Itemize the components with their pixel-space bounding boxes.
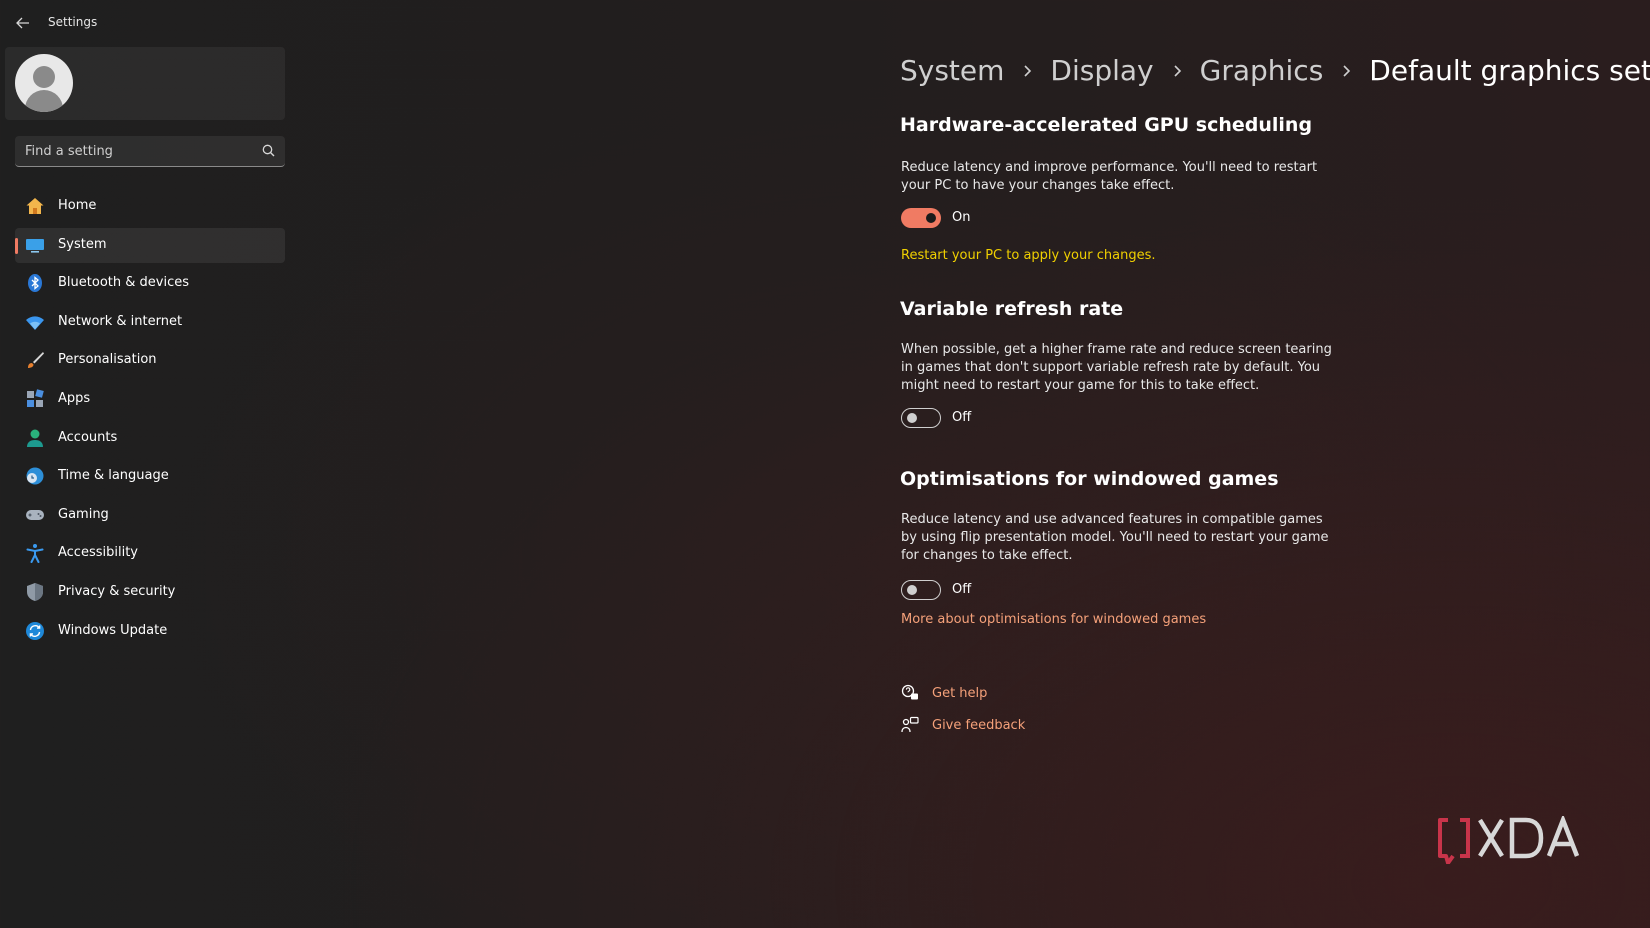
sidebar-item-personalisation[interactable]: Personalisation xyxy=(15,343,285,378)
vrr-state: Off xyxy=(952,410,972,425)
breadcrumb-display[interactable]: Display xyxy=(1050,54,1153,87)
sidebar-item-label: Home xyxy=(58,198,97,213)
sidebar-item-label: Windows Update xyxy=(58,622,168,638)
avatar[interactable] xyxy=(15,54,73,112)
sidebar-item-label: Time & language xyxy=(58,468,169,484)
search-input[interactable] xyxy=(15,136,245,166)
windowed-games-state: Off xyxy=(952,582,972,597)
gamepad-icon xyxy=(26,509,44,520)
shield-icon xyxy=(27,582,43,601)
sidebar-item-apps[interactable]: Apps xyxy=(15,382,285,417)
sidebar-nav: Home System Bluetooth & devices Network … xyxy=(15,189,285,652)
apps-icon xyxy=(27,389,44,407)
accessibility-icon xyxy=(26,544,44,564)
chevron-right-icon xyxy=(1154,64,1200,78)
back-arrow-icon xyxy=(16,17,29,29)
get-help-icon xyxy=(901,684,918,700)
app-title: Settings xyxy=(48,15,98,29)
xda-logo xyxy=(1438,816,1580,864)
sidebar-item-bluetooth[interactable]: Bluetooth & devices xyxy=(15,266,285,301)
restart-warning: Restart your PC to apply your changes. xyxy=(901,248,1156,263)
breadcrumb: System Display Graphics Default graphics… xyxy=(900,54,1650,87)
gpu-scheduling-description: Reduce latency and improve performance. … xyxy=(901,160,1318,193)
gpu-scheduling-title: Hardware-accelerated GPU scheduling xyxy=(900,114,1313,136)
vrr-title: Variable refresh rate xyxy=(900,298,1124,320)
windowed-games-description: Reduce latency and use advanced features… xyxy=(901,512,1329,563)
page-title: Default graphics settings xyxy=(1369,54,1650,87)
windowed-games-title: Optimisations for windowed games xyxy=(900,468,1279,490)
toggle-knob xyxy=(926,213,936,223)
sidebar-item-accounts[interactable]: Accounts xyxy=(15,421,285,456)
chevron-right-icon xyxy=(1323,64,1369,78)
give-feedback-icon xyxy=(901,716,919,733)
give-feedback-link[interactable]: Give feedback xyxy=(932,718,1025,733)
sidebar-item-label: Personalisation xyxy=(58,352,157,368)
sidebar-item-privacy-security[interactable]: Privacy & security xyxy=(15,575,285,610)
sidebar-item-label: Bluetooth & devices xyxy=(58,275,189,291)
sidebar-item-label: Network & internet xyxy=(58,313,183,329)
bluetooth-icon xyxy=(28,274,42,293)
windowed-games-more-link[interactable]: More about optimisations for windowed ga… xyxy=(901,612,1206,627)
sidebar-item-label: Gaming xyxy=(58,506,109,522)
sidebar-item-system[interactable]: System xyxy=(15,227,285,263)
sidebar-item-label: System xyxy=(58,236,107,252)
search-box xyxy=(15,136,285,167)
chevron-right-icon xyxy=(1004,64,1050,78)
search-icon[interactable] xyxy=(262,144,275,157)
home-icon xyxy=(26,198,44,214)
update-icon xyxy=(26,621,44,640)
back-button[interactable] xyxy=(12,13,34,33)
breadcrumb-system[interactable]: System xyxy=(900,54,1004,87)
title-bar: Settings xyxy=(0,0,320,46)
gpu-scheduling-toggle[interactable] xyxy=(901,208,941,228)
account-icon xyxy=(27,429,43,447)
sidebar-item-accessibility[interactable]: Accessibility xyxy=(15,536,285,571)
sidebar-item-home[interactable]: Home xyxy=(15,189,285,224)
toggle-knob xyxy=(907,413,917,423)
get-help-link[interactable]: Get help xyxy=(932,686,987,701)
sidebar-item-gaming[interactable]: Gaming xyxy=(15,498,285,533)
paintbrush-icon xyxy=(28,352,44,369)
sidebar-item-label: Apps xyxy=(58,390,91,406)
vrr-toggle[interactable] xyxy=(901,408,941,428)
monitor-icon xyxy=(26,238,44,253)
toggle-knob xyxy=(907,585,917,595)
sidebar-item-windows-update[interactable]: Windows Update xyxy=(15,614,285,649)
sidebar-item-time-language[interactable]: Time & language xyxy=(15,459,285,494)
vrr-description: When possible, get a higher frame rate a… xyxy=(901,342,1332,393)
sidebar-item-label: Accessibility xyxy=(58,545,138,561)
sidebar-item-label: Privacy & security xyxy=(58,583,176,599)
sidebar-item-network[interactable]: Network & internet xyxy=(15,305,285,340)
globe-clock-icon xyxy=(26,467,44,485)
breadcrumb-graphics[interactable]: Graphics xyxy=(1200,54,1324,87)
windowed-games-toggle[interactable] xyxy=(901,580,941,600)
profile-card[interactable] xyxy=(5,47,285,120)
wifi-icon xyxy=(26,316,44,330)
gpu-scheduling-state: On xyxy=(952,210,971,225)
sidebar-item-label: Accounts xyxy=(58,429,118,445)
